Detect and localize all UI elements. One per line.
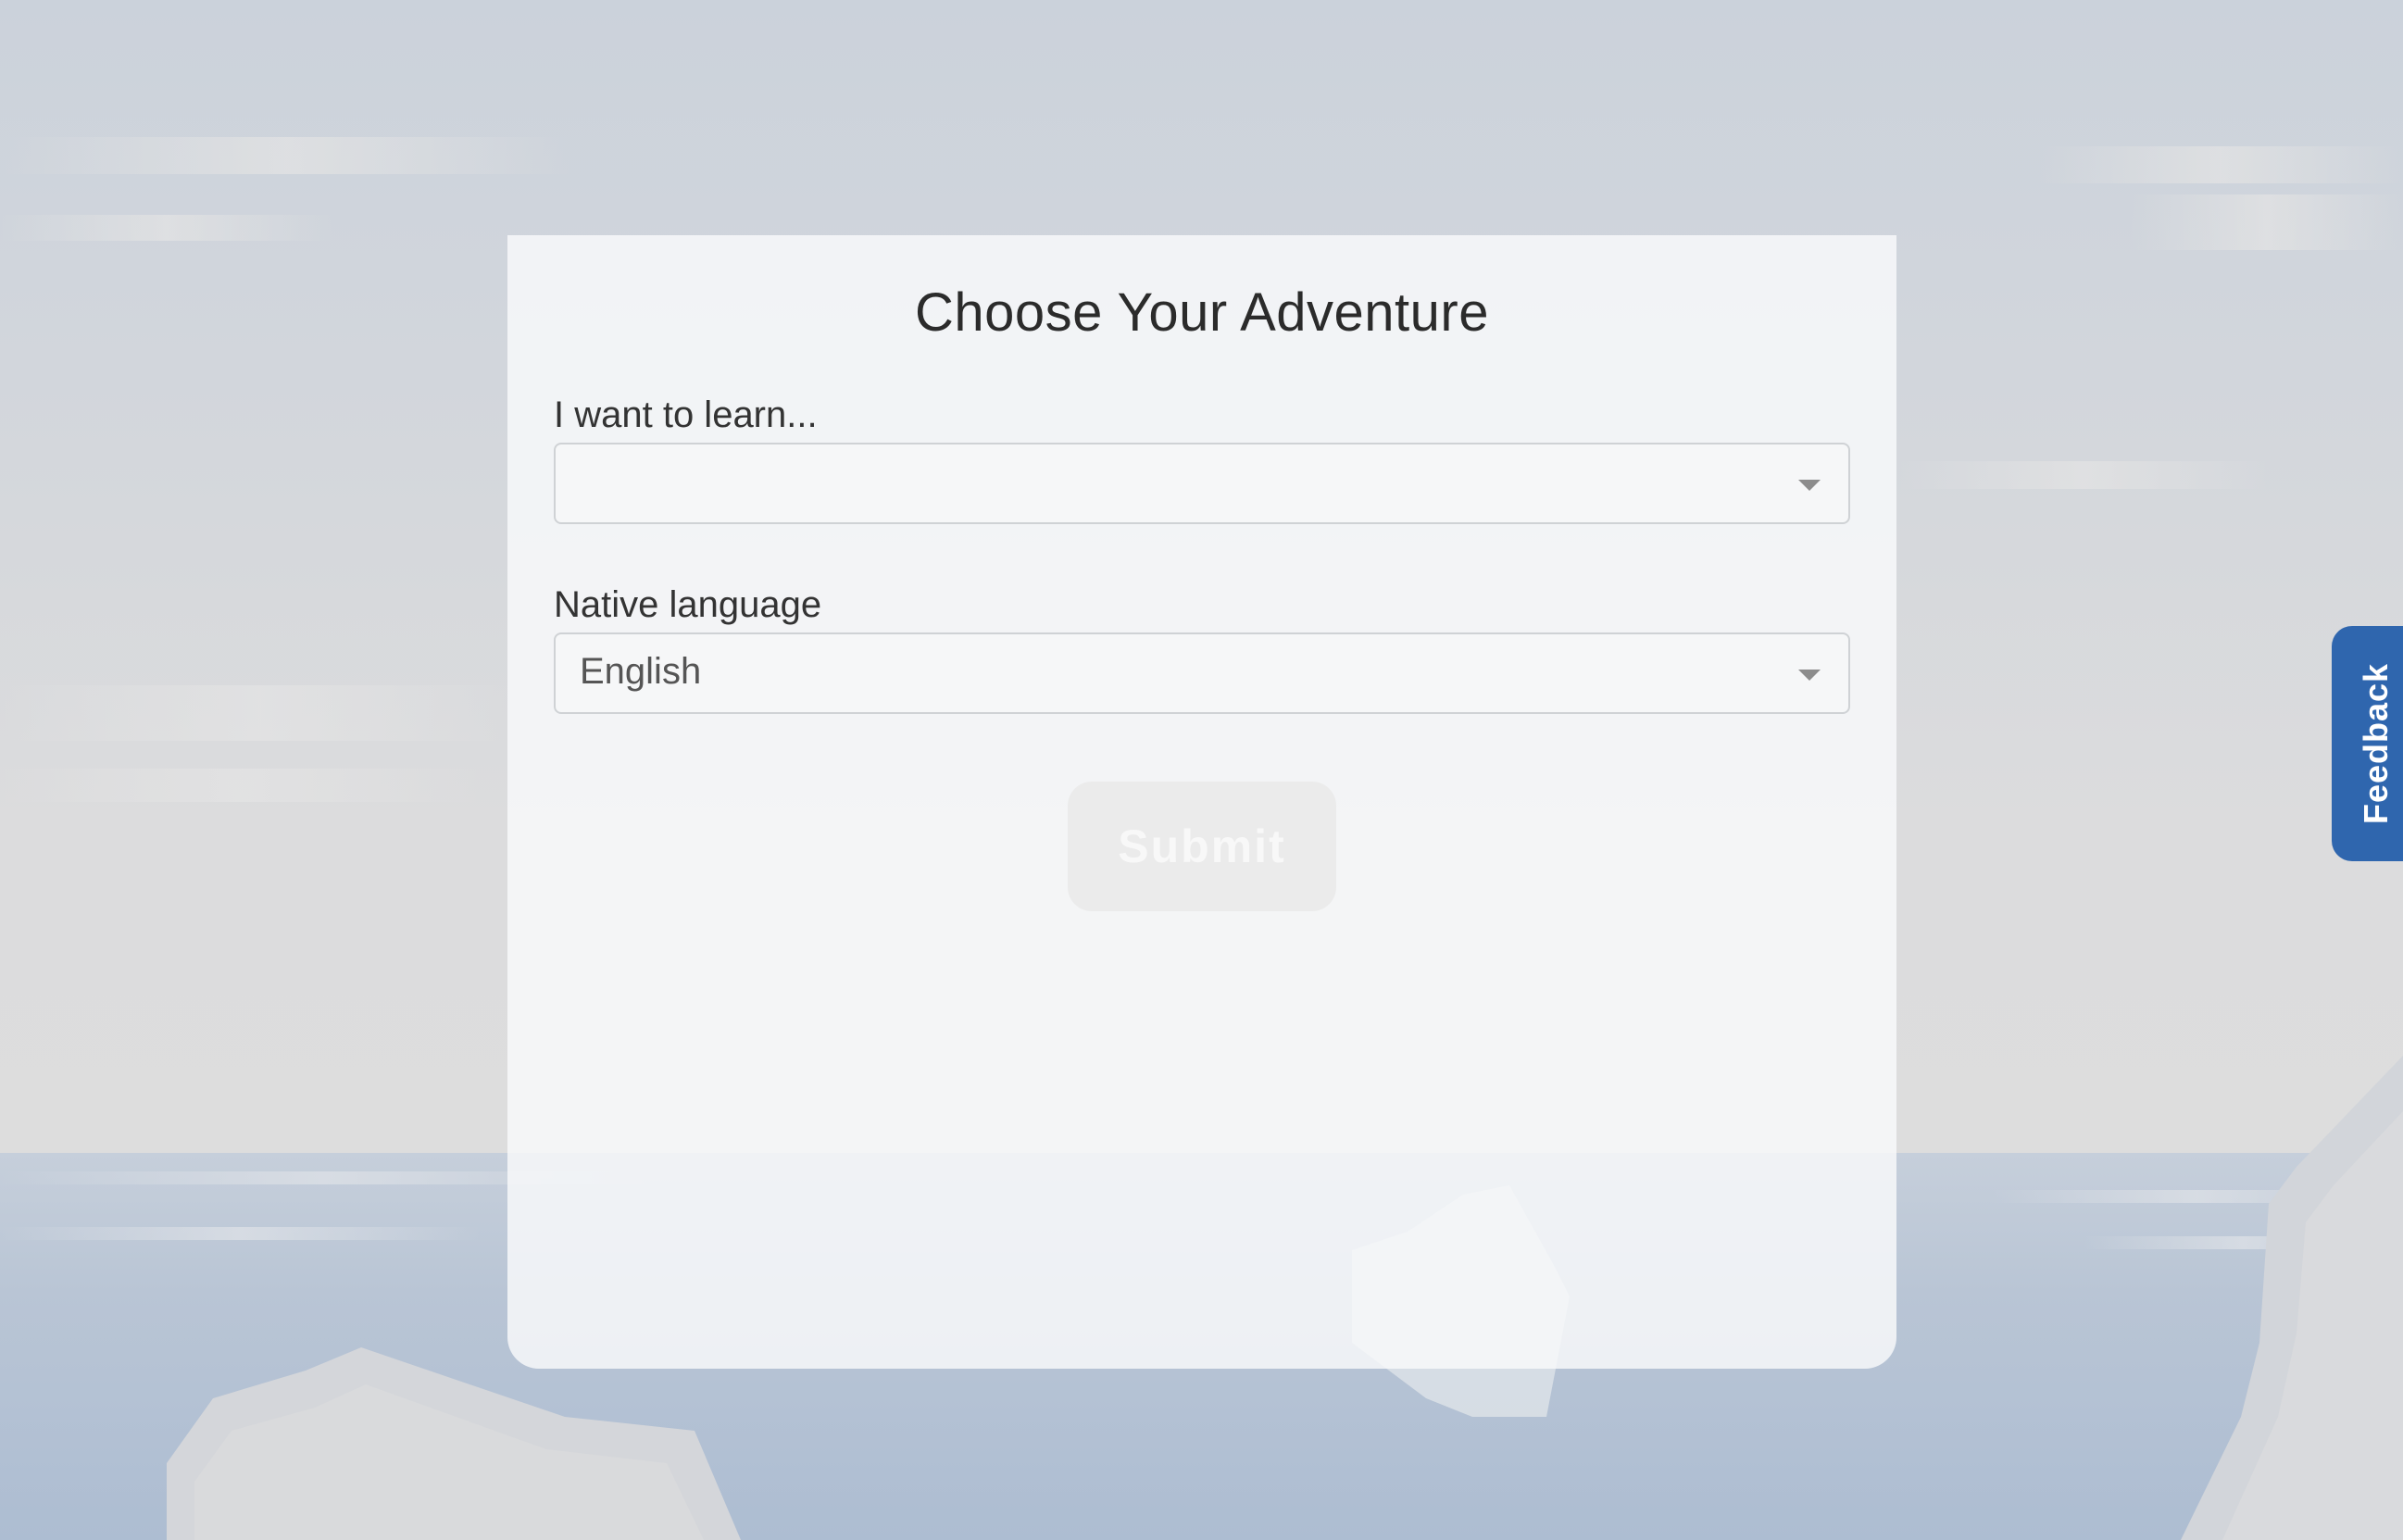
learn-language-select[interactable] [554, 443, 1850, 524]
chevron-down-icon [1798, 480, 1821, 491]
native-language-label: Native language [554, 584, 822, 625]
background-scene: Choose Your Adventure I want to learn...… [0, 0, 2403, 1540]
native-language-value: English [580, 651, 702, 692]
feedback-tab[interactable]: Feedback [2332, 626, 2403, 861]
page-title: Choose Your Adventure [915, 282, 1489, 343]
adventure-card: Choose Your Adventure I want to learn...… [507, 235, 1896, 1369]
feedback-label: Feedback [2357, 662, 2395, 825]
submit-button[interactable]: Submit [1068, 782, 1336, 911]
chevron-down-icon [1798, 670, 1821, 681]
learn-language-label: I want to learn... [554, 394, 818, 435]
native-language-select[interactable]: English [554, 632, 1850, 714]
